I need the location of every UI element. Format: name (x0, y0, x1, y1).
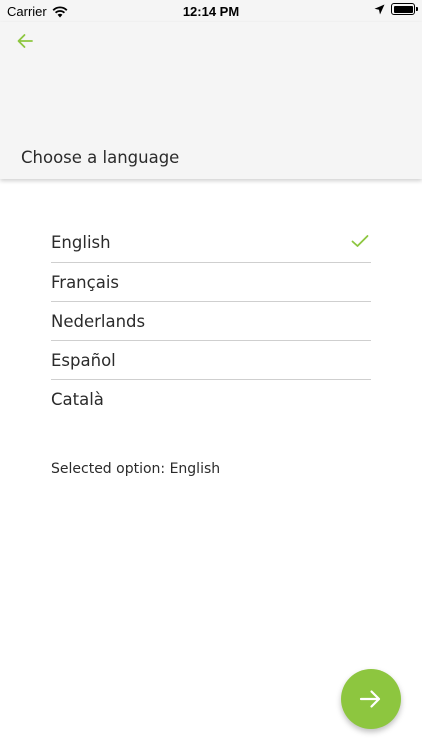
language-option-francais[interactable]: Français (51, 262, 371, 301)
language-option-nederlands[interactable]: Nederlands (51, 301, 371, 340)
status-right (374, 3, 418, 15)
language-label: English (51, 232, 111, 252)
language-label: Català (51, 389, 104, 409)
location-arrow-icon (374, 4, 385, 14)
selected-option-text: Selected option: English (51, 461, 221, 477)
next-button[interactable] (341, 669, 401, 729)
battery-fill (393, 5, 413, 13)
check-icon (351, 235, 369, 247)
status-bar: Carrier 12:14 PM (0, 0, 422, 22)
battery-icon (391, 3, 418, 15)
back-button[interactable] (14, 31, 38, 51)
language-option-english[interactable]: English (51, 222, 371, 262)
language-label: Español (51, 350, 116, 370)
status-time: 12:14 PM (182, 4, 240, 19)
page-title: Choose a language (21, 148, 180, 167)
language-label: Français (51, 272, 120, 292)
arrow-left-icon (17, 34, 33, 48)
arrow-right-icon (359, 690, 381, 708)
language-label: Nederlands (51, 311, 146, 331)
language-option-catala[interactable]: Català (51, 379, 371, 418)
header: Choose a language (0, 22, 422, 179)
language-list: English Français Nederlands Español Cata… (51, 222, 371, 418)
language-option-espanol[interactable]: Español (51, 340, 371, 379)
